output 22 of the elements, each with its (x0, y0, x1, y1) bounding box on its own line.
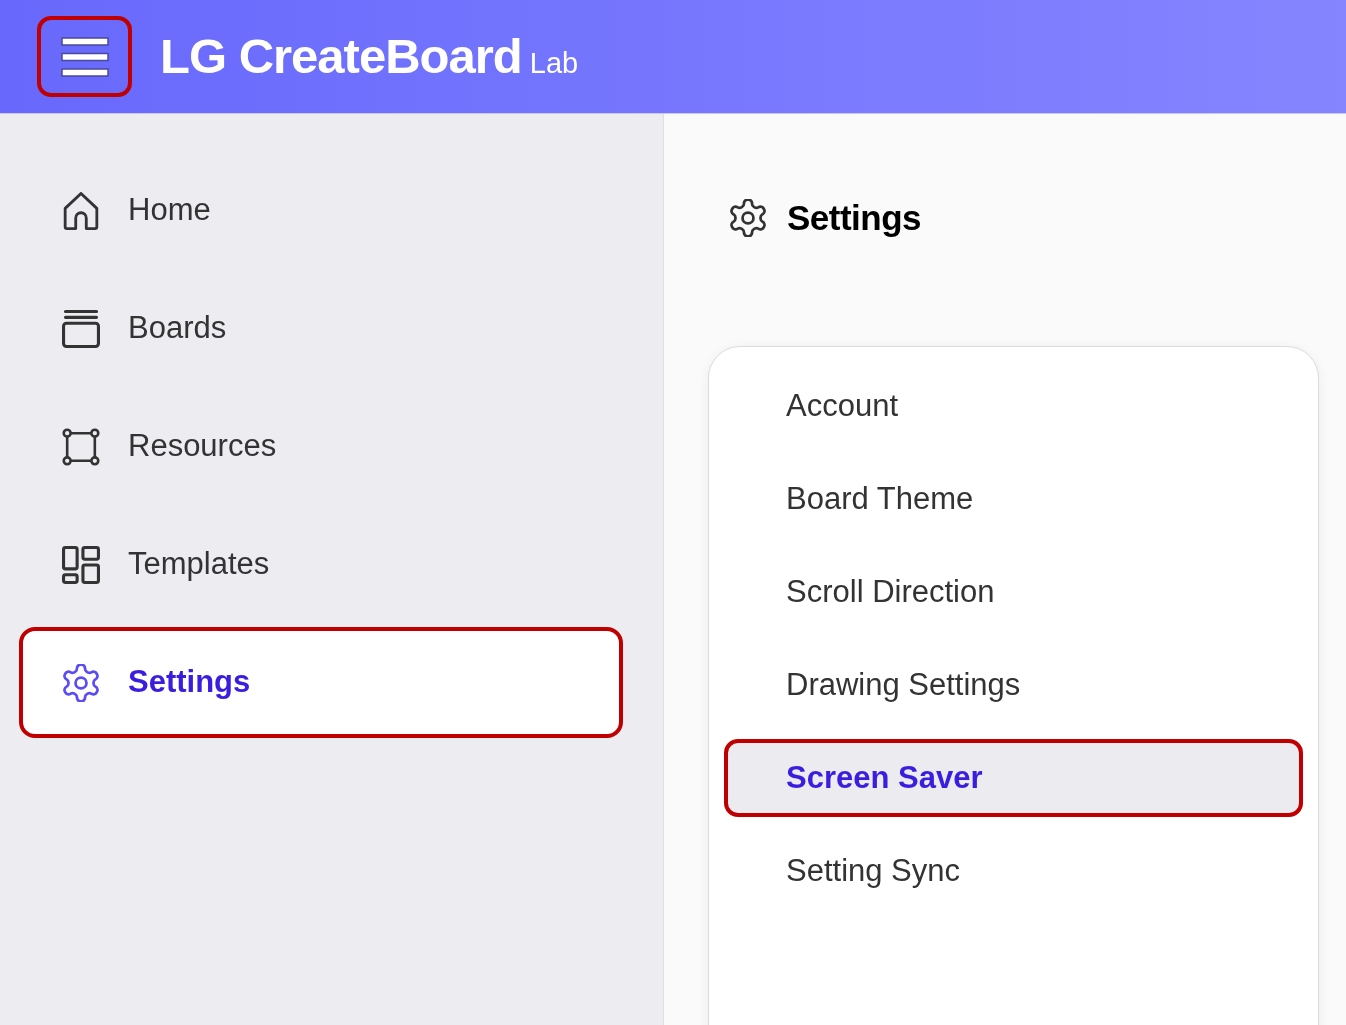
settings-menu-item[interactable]: Scroll Direction (724, 553, 1303, 631)
settings-menu-item[interactable]: Setting Sync (724, 832, 1303, 910)
sidebar-item[interactable]: Settings (19, 627, 623, 738)
sidebar-item[interactable]: Resources (19, 391, 623, 502)
settings-icon (62, 663, 100, 702)
sidebar-item[interactable]: Templates (19, 509, 623, 620)
sidebar-item[interactable]: Boards (19, 273, 623, 384)
logo-wordmark: LG CreateBoard (160, 32, 522, 81)
settings-menu-item[interactable]: Screen Saver (724, 739, 1303, 817)
logo-suffix: Lab (529, 49, 579, 78)
layout-grid-icon (62, 545, 100, 584)
menu-icon (60, 36, 109, 77)
settings-icon (729, 199, 767, 237)
menu-button[interactable] (37, 16, 132, 97)
stacked-cards-icon (62, 309, 100, 348)
settings-menu-item[interactable]: Drawing Settings (724, 646, 1303, 724)
home-icon (62, 191, 100, 230)
page-title: Settings (787, 196, 922, 239)
square-with-corner-dots-icon (62, 427, 100, 466)
sidebar-item[interactable]: Home (19, 155, 623, 266)
settings-menu-item[interactable]: Board Theme (724, 460, 1303, 538)
settings-menu-item[interactable]: Account (724, 367, 1303, 445)
